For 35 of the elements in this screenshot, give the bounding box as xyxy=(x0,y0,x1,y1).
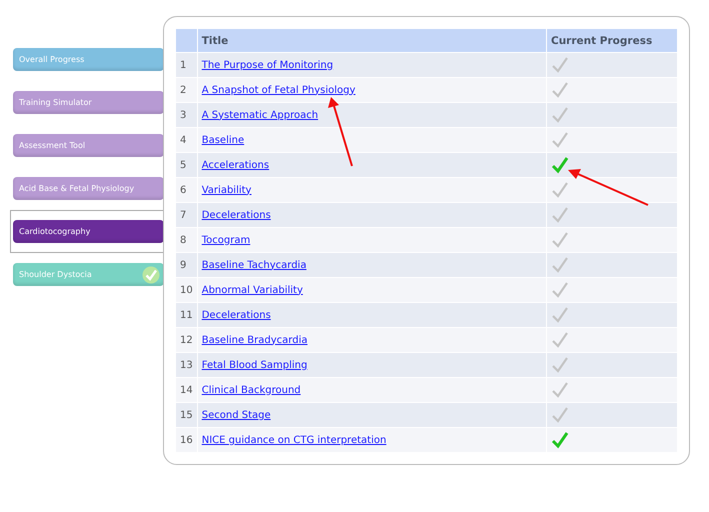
topic-link[interactable]: Tocogram xyxy=(202,234,250,246)
sidebar-item[interactable]: Cardiotocography xyxy=(13,220,164,243)
row-number: 5 xyxy=(180,160,186,170)
topic-link[interactable]: Baseline Tachycardia xyxy=(202,260,306,270)
column-header: Title xyxy=(198,29,546,52)
row-number: 14 xyxy=(180,384,193,396)
arrow-annotation xyxy=(328,97,353,166)
topic-link[interactable]: Fetal Blood Sampling xyxy=(202,360,308,370)
row-number: 4 xyxy=(180,134,186,146)
row-number: 2 xyxy=(180,84,186,96)
topic-link[interactable]: Baseline xyxy=(202,134,244,146)
topic-link[interactable]: Accelerations xyxy=(202,160,270,170)
topic-link[interactable]: Variability xyxy=(202,184,252,196)
row-number: 3 xyxy=(180,110,186,120)
topic-link[interactable]: Baseline Bradycardia xyxy=(202,334,308,346)
row-number: 16 xyxy=(180,434,193,446)
row-number: 11 xyxy=(180,310,193,320)
row-number: 1 xyxy=(180,60,186,70)
row-number: 15 xyxy=(180,410,193,420)
row-number: 10 xyxy=(180,284,193,296)
topic-link[interactable]: Clinical Background xyxy=(202,384,301,396)
row-number: 7 xyxy=(180,210,186,220)
topic-link[interactable]: Decelerations xyxy=(202,310,271,320)
column-header: Current Progress xyxy=(547,29,677,52)
row-number: 9 xyxy=(180,260,186,270)
topic-link[interactable]: Decelerations xyxy=(202,210,271,220)
row-number: 8 xyxy=(180,234,186,246)
row-number: 6 xyxy=(180,184,186,196)
row-number: 12 xyxy=(180,334,193,346)
header-cell xyxy=(176,29,197,52)
topic-link[interactable]: A Systematic Approach xyxy=(202,110,318,120)
row-number: 13 xyxy=(180,360,193,370)
topic-link[interactable]: Abnormal Variability xyxy=(202,284,303,296)
topic-link[interactable]: Second Stage xyxy=(202,410,271,420)
topic-link[interactable]: The Purpose of Monitoring xyxy=(202,60,334,70)
